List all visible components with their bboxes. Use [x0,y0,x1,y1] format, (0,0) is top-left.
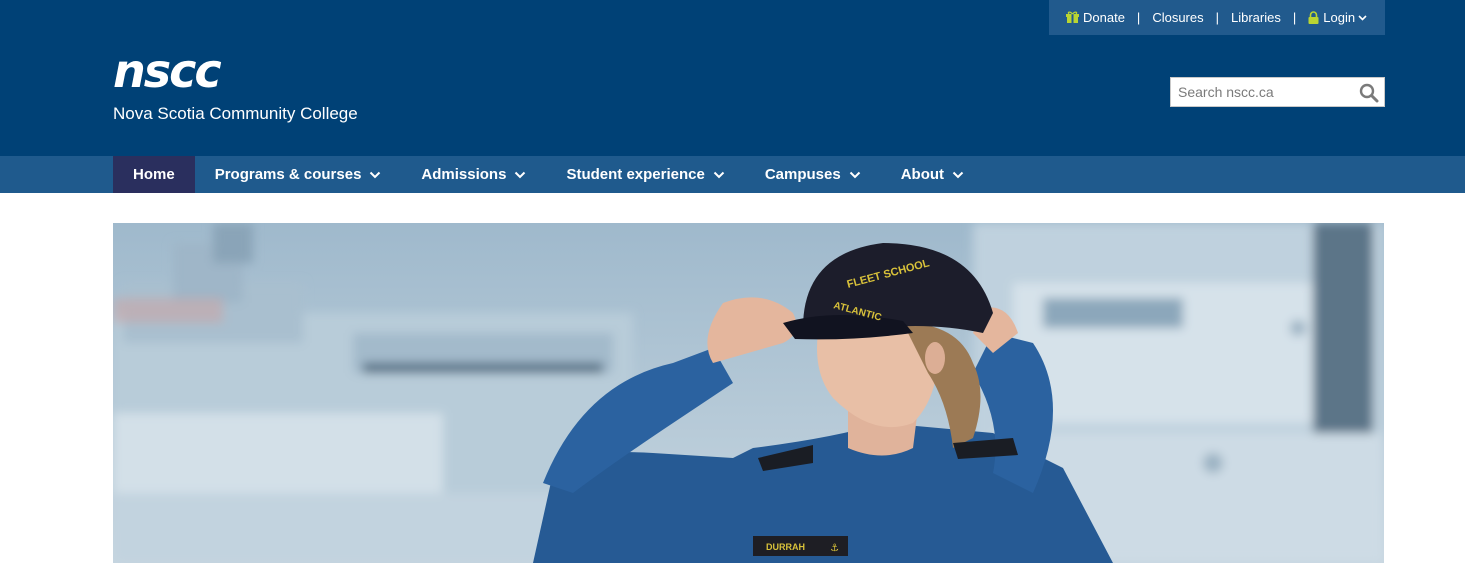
nav-label: Student experience [566,166,705,183]
nav-item-about[interactable]: About [881,156,984,193]
utility-bar: Donate | Closures | Libraries | Login [1049,0,1385,35]
nav-item-admissions[interactable]: Admissions [401,156,546,193]
closures-link[interactable]: Closures [1152,10,1203,25]
donate-link[interactable]: Donate [1066,10,1125,25]
nav-label: Home [133,166,175,183]
chevron-down-icon [369,171,381,179]
hero-photo: FLEET SCHOOL ATLANTIC DURRAH ⚓ [113,223,1384,563]
chevron-down-icon [952,171,964,179]
logo-mark: nscc [113,44,222,98]
nav-label: Campuses [764,166,841,183]
libraries-link[interactable]: Libraries [1231,10,1281,25]
login-label: Login [1323,10,1356,25]
hero-image: FLEET SCHOOL ATLANTIC DURRAH ⚓ [113,223,1384,563]
chevron-down-icon [713,171,725,179]
nav-item-student-experience[interactable]: Student experience [546,156,744,193]
main-nav: Home Programs & courses Admissions Stude… [0,156,1465,193]
separator: | [1136,10,1141,25]
login-dropdown[interactable]: Login [1308,10,1367,25]
svg-text:⚓: ⚓ [830,543,839,554]
chevron-down-icon [1358,14,1367,21]
nav-item-campuses[interactable]: Campuses [745,156,881,193]
search-icon[interactable] [1359,83,1379,103]
nav-label: Admissions [421,166,507,183]
lock-icon [1308,11,1319,24]
separator: | [1292,10,1297,25]
site-logo[interactable]: nscc Nova Scotia Community College [113,44,358,124]
chevron-down-icon [514,171,526,179]
site-header: Donate | Closures | Libraries | Login ns… [0,0,1465,156]
search-input[interactable] [1171,78,1351,106]
nav-item-home[interactable]: Home [113,156,195,193]
separator: | [1215,10,1219,25]
nav-label: About [900,166,945,183]
chevron-down-icon [849,171,861,179]
nav-item-programs[interactable]: Programs & courses [195,156,402,193]
search-box [1170,77,1385,107]
name-tag-text: DURRAH [766,542,805,552]
nav-label: Programs & courses [214,166,362,183]
college-name: Nova Scotia Community College [113,104,358,123]
gift-icon [1066,11,1079,24]
donate-label: Donate [1083,10,1125,25]
